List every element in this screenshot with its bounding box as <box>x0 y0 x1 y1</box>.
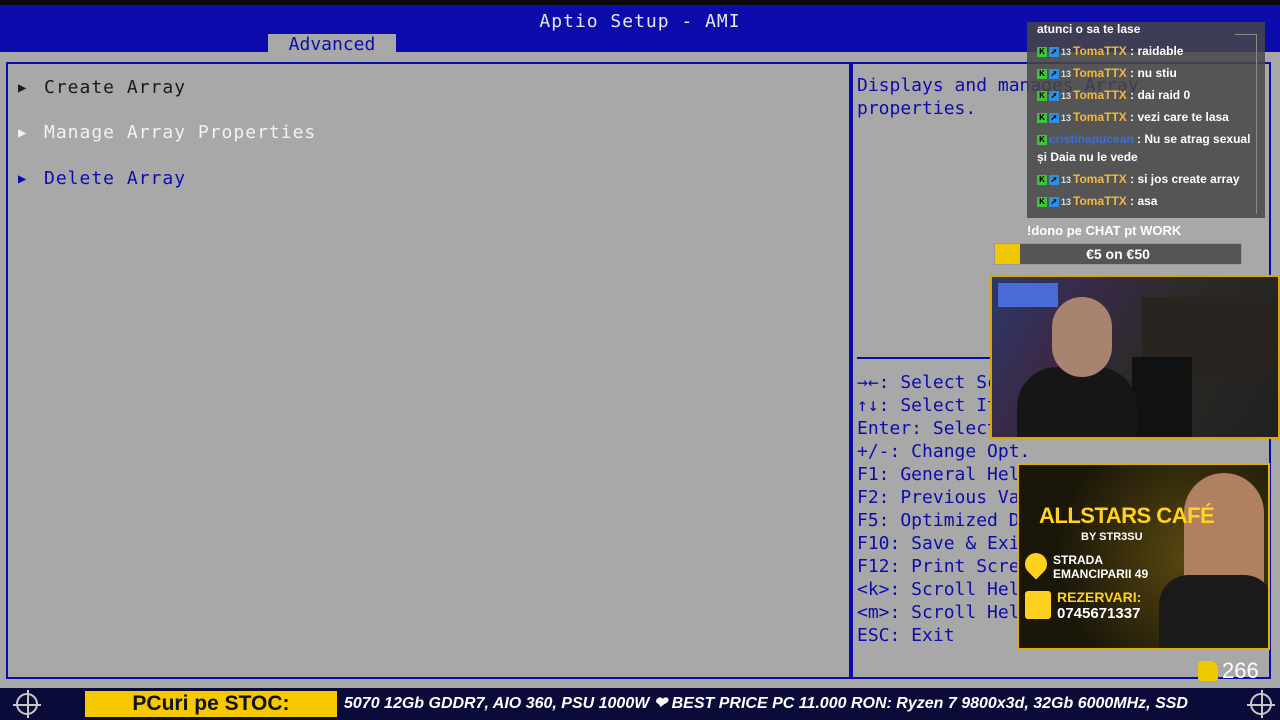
menu-item-delete-array[interactable]: ▶ Delete Array <box>18 167 186 191</box>
badge-icon: K <box>1037 174 1047 185</box>
chat-message: K ➚ 13 TomaTTX : asa <box>1037 192 1261 210</box>
arrow-right-icon: ▶ <box>18 125 28 141</box>
chat-text: : asa <box>1126 194 1158 208</box>
badge-icon: ➚ <box>1049 68 1059 79</box>
arrow-right-icon: ▶ <box>18 80 28 96</box>
chat-username: TomaTTX <box>1073 110 1127 124</box>
badge-icon: K <box>1037 196 1047 207</box>
badge-icon: K <box>1037 112 1047 123</box>
thumbs-up-icon <box>1198 661 1218 681</box>
arrow-right-icon: ▶ <box>18 171 28 187</box>
promo-title: ALLSTARS CAFÉ <box>1039 503 1215 528</box>
badge-icon: 13 <box>1061 90 1072 101</box>
badge-icon: ➚ <box>1049 112 1059 123</box>
chat-text: atunci o sa te lase <box>1037 22 1141 36</box>
chat-message: K ➚ 13 TomaTTX : si jos create array <box>1037 170 1261 188</box>
chat-frame-decoration <box>1235 34 1257 214</box>
promo-phone: 0745671337 <box>1057 605 1141 622</box>
webcam-streamer-body <box>1017 367 1137 437</box>
menu-pane: ▶ Create Array ▶ Manage Array Properties ▶… <box>6 62 851 679</box>
menu-item-manage-array-properties[interactable]: ▶ Manage Array Properties <box>18 121 316 145</box>
chat-username: TomaTTX <box>1073 66 1127 80</box>
chat-username: TomaTTX <box>1073 44 1127 58</box>
webcam-monitor <box>998 283 1058 307</box>
promo-banner: ALLSTARS CAFÉ BY STR3SU STRADA EMANCIPAR… <box>1017 463 1270 650</box>
chat-message: atunci o sa te lase <box>1037 22 1261 38</box>
menu-item-label: Delete Array <box>44 168 187 189</box>
donation-progress-bar: €5 on €50 <box>994 243 1242 265</box>
ticker-text: 5070 12Gb GDDR7, AIO 360, PSU 1000W ❤ BE… <box>344 695 1188 712</box>
chat-text: : si jos create array <box>1126 172 1240 186</box>
chat-message: K ➚ 13 TomaTTX : nu stiu <box>1037 64 1261 82</box>
badge-icon: K <box>1037 90 1047 101</box>
key-hint: +/-: Change Opt. <box>857 441 1031 462</box>
chat-text: : dai raid 0 <box>1126 88 1191 102</box>
badge-icon: ➚ <box>1049 196 1059 207</box>
like-counter: 266 <box>1198 658 1259 684</box>
badge-icon: K <box>1037 68 1047 79</box>
chat-text: : nu stiu <box>1126 66 1177 80</box>
badge-icon: 13 <box>1061 46 1072 57</box>
donation-progress-text: €5 on €50 <box>1086 246 1150 262</box>
chat-text: : raidable <box>1126 44 1184 58</box>
menu-item-label: Manage Array Properties <box>44 122 317 143</box>
promo-subtitle: BY STR3SU <box>1081 531 1143 543</box>
menu-item-create-array[interactable]: ▶ Create Array <box>18 76 186 100</box>
chat-username: cristinapucean <box>1049 132 1134 146</box>
ticker-label: PCuri pe STOC: <box>85 691 337 717</box>
badge-icon: K <box>1037 46 1047 57</box>
chat-username: TomaTTX <box>1073 194 1127 208</box>
webcam-feed <box>990 275 1280 439</box>
like-count: 266 <box>1222 658 1259 683</box>
donation-title: !dono pe CHAT pt WORK <box>1027 223 1182 238</box>
promo-address: STRADA EMANCIPARII 49 <box>1053 553 1149 581</box>
chat-username: TomaTTX <box>1073 88 1127 102</box>
badge-icon: K <box>1037 134 1047 145</box>
chat-text: : vezi care te lasa <box>1126 110 1229 124</box>
chat-username: TomaTTX <box>1073 172 1127 186</box>
promo-person-shirt <box>1159 575 1268 648</box>
badge-icon: ➚ <box>1049 90 1059 101</box>
chat-overlay: atunci o sa te lase K ➚ 13 TomaTTX : raidab… <box>1027 22 1265 218</box>
crosshair-icon <box>13 690 41 718</box>
badge-icon: 13 <box>1061 196 1072 207</box>
webcam-chair <box>1132 357 1192 437</box>
webcam-streamer-head <box>1052 297 1112 377</box>
menu-item-label: Create Array <box>44 77 187 98</box>
chat-message: K ➚ 13 TomaTTX : dai raid 0 <box>1037 86 1261 104</box>
chat-message: K ➚ 13 TomaTTX : vezi care te lasa <box>1037 108 1261 126</box>
calendar-icon <box>1025 591 1051 619</box>
badge-icon: 13 <box>1061 68 1072 79</box>
badge-icon: ➚ <box>1049 46 1059 57</box>
map-pin-icon <box>1020 548 1052 580</box>
badge-icon: ➚ <box>1049 174 1059 185</box>
chat-message: K ➚ 13 TomaTTX : raidable <box>1037 42 1261 60</box>
badge-icon: 13 <box>1061 174 1072 185</box>
badge-icon: 13 <box>1061 112 1072 123</box>
promo-reservations-label: REZERVARI: <box>1057 589 1142 605</box>
chat-message: Kcristinapucean : Nu se atrag sexual și … <box>1037 130 1261 166</box>
